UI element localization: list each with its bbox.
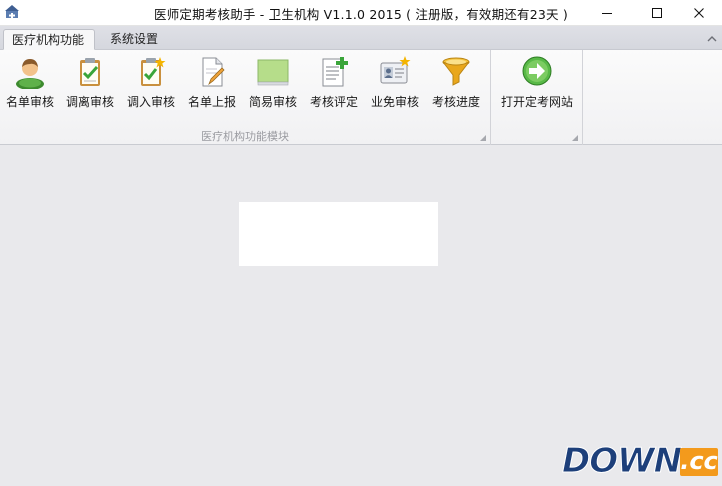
green-arrow-icon bbox=[522, 56, 552, 86]
ribbon-group-medical: 名单审核 调离审核 调入审核 名单上报 简易审核 考核评定 业免审核 考核进度 … bbox=[0, 50, 491, 145]
exemption-review-button[interactable]: 业免审核 bbox=[366, 54, 424, 114]
ribbon: 名单审核 调离审核 调入审核 名单上报 简易审核 考核评定 业免审核 考核进度 … bbox=[0, 50, 722, 145]
list-review-button[interactable]: 名单审核 bbox=[1, 54, 59, 114]
collapse-ribbon-icon[interactable] bbox=[705, 32, 719, 46]
list-report-label: 名单上报 bbox=[187, 95, 236, 109]
clipboard-star-icon bbox=[141, 57, 166, 86]
person-icon bbox=[16, 59, 44, 89]
tab-system-settings[interactable]: 系统设置 bbox=[102, 29, 166, 50]
ribbon-group-label: 医疗机构功能模块 bbox=[201, 130, 289, 143]
close-icon bbox=[694, 8, 704, 18]
close-button[interactable] bbox=[676, 0, 722, 26]
assessment-progress-label: 考核进度 bbox=[431, 95, 480, 109]
ribbon-group-website: 打开定考网站 bbox=[491, 50, 583, 145]
maximize-button[interactable] bbox=[634, 0, 680, 26]
title-bar: 医师定期考核助手 - 卫生机构 V1.1.0 2015 ( 注册版，有效期还有2… bbox=[0, 0, 722, 26]
list-review-label: 名单审核 bbox=[5, 95, 54, 109]
minimize-button[interactable] bbox=[584, 0, 630, 26]
transfer-out-review-button[interactable]: 调离审核 bbox=[61, 54, 119, 114]
document-plus-icon bbox=[322, 57, 348, 87]
simple-review-label: 简易审核 bbox=[248, 95, 297, 109]
assessment-rating-label: 考核评定 bbox=[309, 95, 358, 109]
group-launcher-icon[interactable] bbox=[572, 135, 578, 141]
open-website-label: 打开定考网站 bbox=[500, 95, 573, 109]
document-pen-icon bbox=[202, 57, 225, 87]
list-report-button[interactable]: 名单上报 bbox=[183, 54, 241, 114]
funnel-icon bbox=[442, 57, 470, 86]
main-content-area bbox=[0, 145, 722, 486]
id-card-star-icon bbox=[380, 56, 411, 84]
watermark-tld: .cc bbox=[680, 447, 718, 476]
maximize-icon bbox=[652, 8, 662, 18]
clipboard-check-icon bbox=[80, 58, 100, 86]
assessment-rating-button[interactable]: 考核评定 bbox=[305, 54, 363, 114]
ribbon-tab-strip: 医疗机构功能 系统设置 bbox=[0, 26, 722, 50]
assessment-progress-button[interactable]: 考核进度 bbox=[427, 54, 485, 114]
simple-review-button[interactable]: 简易审核 bbox=[244, 54, 302, 114]
blank-panel bbox=[239, 202, 438, 266]
exemption-review-label: 业免审核 bbox=[370, 95, 419, 109]
minimize-icon bbox=[602, 13, 612, 14]
watermark-logo: DOWN .cc bbox=[561, 440, 718, 482]
watermark-text: DOWN bbox=[561, 441, 682, 482]
transfer-in-review-button[interactable]: 调入审核 bbox=[122, 54, 180, 114]
transfer-out-review-label: 调离审核 bbox=[65, 95, 114, 109]
group-launcher-icon[interactable] bbox=[480, 135, 486, 141]
tab-medical-functions[interactable]: 医疗机构功能 bbox=[3, 29, 95, 50]
open-website-button[interactable]: 打开定考网站 bbox=[495, 54, 579, 114]
green-panel-icon bbox=[257, 59, 289, 86]
transfer-in-review-label: 调入审核 bbox=[126, 95, 175, 109]
